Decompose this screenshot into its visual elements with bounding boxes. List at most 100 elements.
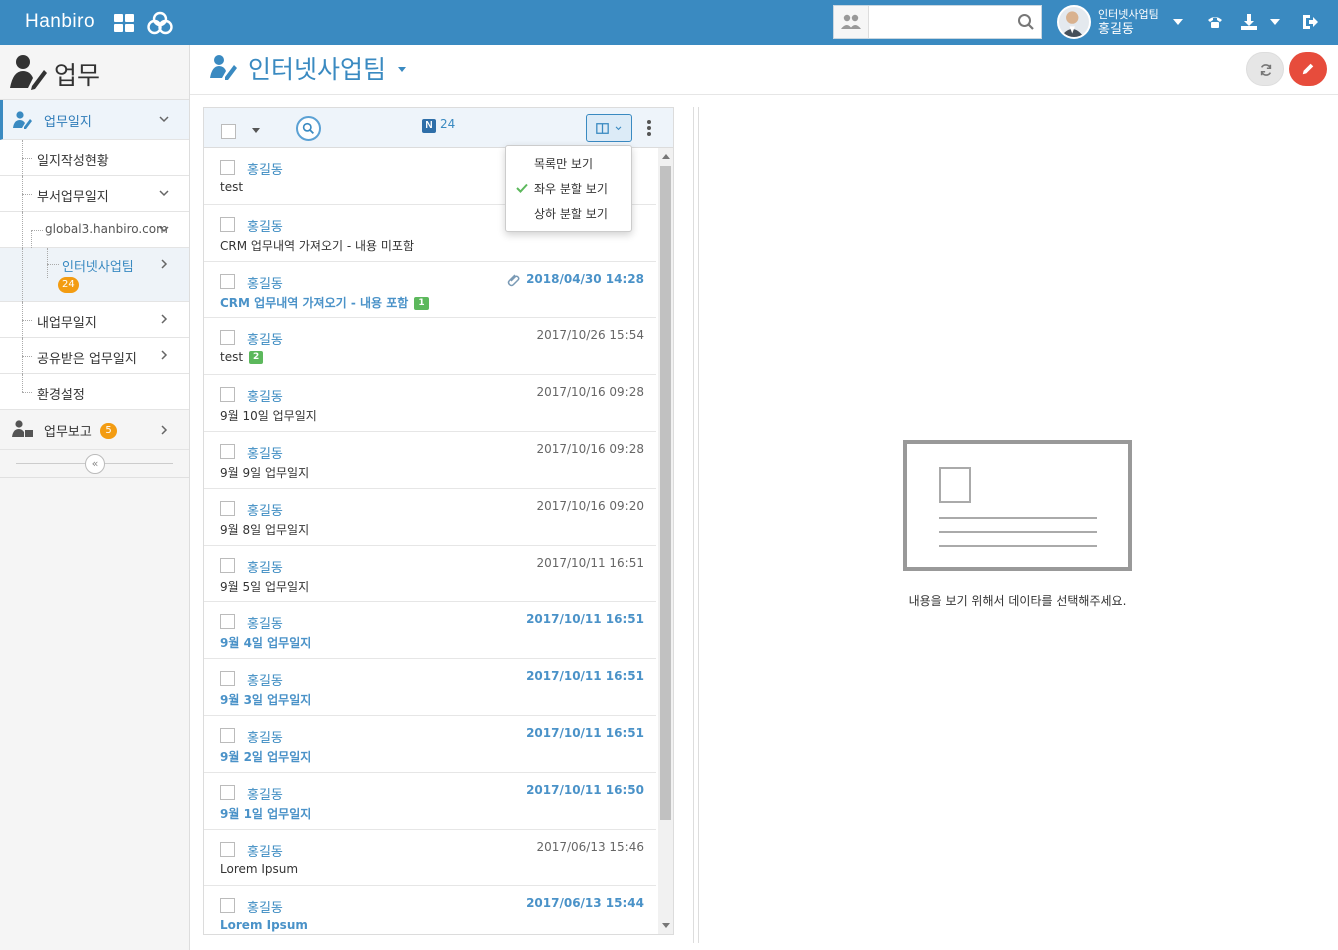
logout-icon[interactable] (1301, 13, 1319, 31)
row-checkbox[interactable] (220, 160, 235, 175)
scrollbar-thumb[interactable] (660, 166, 671, 820)
menu-item-list-only[interactable]: 목록만 보기 (534, 155, 593, 172)
row-subject[interactable]: 9월 4일 업무일지 (220, 634, 311, 651)
row-subject[interactable]: 9월 9일 업무일지 (220, 464, 309, 481)
row-checkbox[interactable] (220, 614, 235, 630)
apps-grid-icon[interactable] (114, 14, 135, 33)
row-checkbox[interactable] (220, 841, 235, 857)
view-mode-button[interactable] (586, 114, 632, 142)
sidebar-item-label: 업무보고 (44, 425, 92, 440)
list-scrollbar[interactable] (658, 148, 673, 934)
more-options-icon[interactable] (647, 120, 651, 136)
row-subject[interactable]: 9월 10일 업무일지 (220, 407, 317, 424)
row-author[interactable]: 홍길동 (247, 784, 283, 803)
table-row[interactable]: 홍길동 2017/10/16 09:28 9월 9일 업무일지 (204, 432, 656, 489)
table-row[interactable]: 홍길동 2017/10/26 15:54 test 2 (204, 318, 656, 376)
page-title-caret-icon[interactable] (398, 67, 406, 72)
row-checkbox[interactable] (220, 443, 235, 459)
row-checkbox[interactable] (220, 216, 235, 232)
table-row[interactable]: 홍길동 2017/06/13 15:46 Lorem Ipsum (204, 830, 656, 887)
search-icon[interactable] (1017, 13, 1035, 31)
menu-item-vertical-split[interactable]: 상하 분할 보기 (534, 205, 608, 222)
hanbiro-logo-icon[interactable] (147, 11, 173, 35)
row-subject[interactable]: 9월 3일 업무일지 (220, 691, 311, 708)
table-row[interactable]: 홍길동 2017/10/11 16:51 9월 5일 업무일지 (204, 546, 656, 603)
sidebar-item-my-worklog[interactable]: 내업무일지 (0, 302, 189, 338)
row-checkbox[interactable] (220, 671, 235, 687)
scroll-up-icon[interactable] (662, 154, 670, 159)
new-count-value: 24 (440, 117, 456, 131)
row-subject[interactable]: CRM 업무내역 가져오기 - 내용 포함 1 (220, 294, 429, 311)
sidebar-item-log-status[interactable]: 일지작성현황 (0, 140, 189, 176)
unread-count-badge: 24 (58, 277, 79, 293)
write-button[interactable] (1289, 52, 1327, 86)
table-row[interactable]: 홍길동 2017/10/11 16:50 9월 1일 업무일지 (204, 773, 656, 830)
row-subject[interactable]: 9월 5일 업무일지 (220, 578, 309, 595)
sidebar-item-settings[interactable]: 환경설정 (0, 374, 189, 410)
sidebar-item-shared-worklog[interactable]: 공유받은 업무일지 (0, 338, 189, 374)
row-author[interactable]: 홍길동 (247, 500, 283, 519)
table-row[interactable]: 홍길동 2017/10/11 16:51 9월 4일 업무일지 (204, 602, 656, 660)
row-author[interactable]: 홍길동 (247, 386, 283, 405)
refresh-button[interactable] (1246, 52, 1284, 86)
row-date: 2017/10/26 15:54 (536, 328, 644, 343)
row-author[interactable]: 홍길동 (247, 443, 283, 462)
row-subject[interactable]: Lorem Ipsum (220, 862, 298, 876)
row-author[interactable]: 홍길동 (247, 613, 283, 632)
row-subject-text: 9월 4일 업무일지 (220, 636, 312, 651)
select-options-caret-icon[interactable] (252, 128, 260, 133)
paperclip-icon (507, 274, 520, 286)
row-checkbox[interactable] (220, 273, 235, 289)
row-checkbox[interactable] (220, 330, 235, 346)
scroll-down-icon[interactable] (662, 923, 670, 928)
row-subject-text: 9월 10일 업무일지 (220, 409, 317, 424)
row-subject[interactable]: 9월 1일 업무일지 (220, 805, 311, 822)
row-checkbox[interactable] (220, 898, 235, 914)
row-author[interactable]: 홍길동 (247, 273, 283, 292)
row-checkbox[interactable] (220, 387, 235, 403)
row-author[interactable]: 홍길동 (247, 670, 283, 689)
row-checkbox[interactable] (220, 784, 235, 800)
brand-name[interactable]: Hanbiro (25, 11, 95, 33)
phone-icon[interactable] (1206, 13, 1224, 31)
row-author[interactable]: 홍길동 (247, 727, 283, 746)
sidebar-item-dept-worklog[interactable]: 부서업무일지 (0, 176, 189, 212)
table-row[interactable]: 홍길동 2017/06/13 15:44 Lorem Ipsum (204, 886, 656, 934)
sidebar-item-internet-team[interactable]: 인터넷사업팀 24 (0, 248, 189, 302)
avatar[interactable] (1057, 5, 1091, 39)
select-all-checkbox[interactable] (221, 124, 236, 139)
download-caret-icon[interactable] (1270, 19, 1280, 25)
row-subject[interactable]: 9월 8일 업무일지 (220, 521, 309, 538)
table-row[interactable]: 홍길동 2017/10/16 09:28 9월 10일 업무일지 (204, 375, 656, 432)
download-icon[interactable] (1240, 13, 1258, 31)
sidebar-item-work-report[interactable]: 업무보고 5 (0, 410, 189, 450)
row-author[interactable]: 홍길동 (247, 159, 283, 178)
row-author[interactable]: 홍길동 (247, 841, 283, 860)
row-subject[interactable]: 9월 2일 업무일지 (220, 748, 311, 765)
sidebar-item-company[interactable]: global3.hanbiro.com (0, 212, 189, 248)
user-info[interactable]: 인터넷사업팀 홍길동 (1098, 7, 1159, 37)
row-author[interactable]: 홍길동 (247, 329, 283, 348)
list-search-button[interactable] (296, 116, 321, 141)
row-subject[interactable]: test (220, 180, 243, 194)
row-subject[interactable]: test 2 (220, 350, 264, 365)
row-checkbox[interactable] (220, 727, 235, 743)
row-author[interactable]: 홍길동 (247, 557, 283, 576)
row-checkbox[interactable] (220, 500, 235, 516)
row-author[interactable]: 홍길동 (247, 216, 283, 235)
row-author[interactable]: 홍길동 (247, 897, 283, 916)
org-chart-button[interactable] (834, 6, 869, 38)
row-subject[interactable]: CRM 업무내역 가져오기 - 내용 미포함 (220, 237, 414, 254)
sidebar-item-worklog[interactable]: 업무일지 (0, 100, 189, 140)
table-row[interactable]: 홍길동 2017/10/16 09:20 9월 8일 업무일지 (204, 489, 656, 546)
table-row[interactable]: 홍길동 2018/04/30 14:28 CRM 업무내역 가져오기 - 내용 포함… (204, 262, 656, 319)
row-checkbox[interactable] (220, 557, 235, 573)
table-row[interactable]: 홍길동 2017/10/11 16:51 9월 3일 업무일지 (204, 659, 656, 716)
search-input[interactable] (870, 6, 1015, 38)
user-menu-caret-icon[interactable] (1173, 19, 1183, 25)
panel-splitter[interactable] (693, 107, 699, 943)
collapse-sidebar-icon[interactable]: « (85, 454, 105, 474)
menu-item-horizontal-split[interactable]: 좌우 분할 보기 (534, 180, 608, 197)
row-subject[interactable]: Lorem Ipsum (220, 918, 308, 932)
table-row[interactable]: 홍길동 2017/10/11 16:51 9월 2일 업무일지 (204, 716, 656, 773)
